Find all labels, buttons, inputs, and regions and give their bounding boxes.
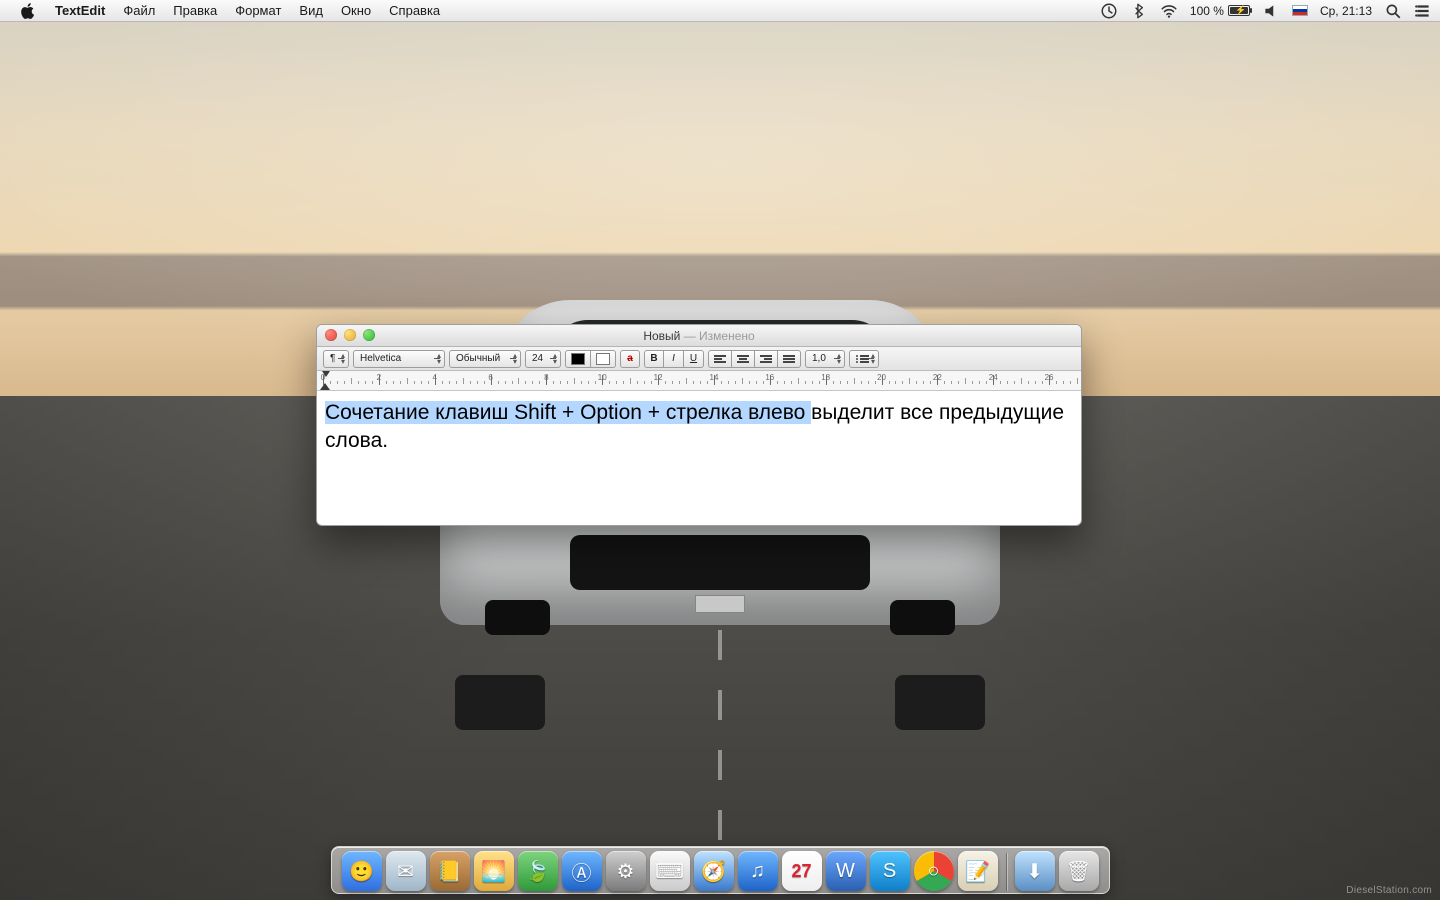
align-center-icon: [737, 354, 749, 364]
font-family-select[interactable]: Helvetica▴▾: [353, 350, 445, 368]
desktop: DieselStation.com TextEdit ФайлПравкаФор…: [0, 0, 1440, 900]
dock: 🙂✉📒🌅🍃Ⓐ⚙⌨🧭♫27WS○📝 ⬇🗑: [331, 846, 1110, 894]
wallpaper-watermark: DieselStation.com: [1346, 885, 1432, 896]
text-color-button[interactable]: [565, 350, 591, 368]
menu-окно[interactable]: Окно: [332, 0, 380, 22]
dock-app-skype[interactable]: S: [870, 851, 910, 891]
minimize-button[interactable]: [344, 329, 356, 341]
menu-вид[interactable]: Вид: [290, 0, 332, 22]
input-source-flag[interactable]: [1292, 5, 1308, 16]
align-center-button[interactable]: [732, 350, 755, 368]
align-justify-icon: [783, 354, 795, 364]
ruler-indent-marker[interactable]: [320, 383, 330, 390]
window-title: Новый: [643, 329, 680, 343]
menu-справка[interactable]: Справка: [380, 0, 449, 22]
menu-файл[interactable]: Файл: [114, 0, 164, 22]
font-size-select[interactable]: 24▴▾: [525, 350, 561, 368]
dock-app-finder[interactable]: 🙂: [342, 851, 382, 891]
background-color-button[interactable]: [591, 350, 616, 368]
window-controls: [325, 329, 375, 341]
dock-app-preferences[interactable]: ⚙: [606, 851, 646, 891]
dock-app-downloads[interactable]: ⬇: [1015, 851, 1055, 891]
selected-text: Сочетание клавиш Shift + Option + стрелк…: [325, 401, 811, 424]
dock-app-trash[interactable]: 🗑: [1059, 851, 1099, 891]
apple-icon: [19, 2, 37, 20]
battery-percent-label: 100 %: [1190, 4, 1224, 18]
menu-правка[interactable]: Правка: [164, 0, 226, 22]
timemachine-icon[interactable]: [1100, 2, 1118, 20]
dock-app-chrome[interactable]: ○: [914, 851, 954, 891]
dock-app-itunes[interactable]: ♫: [738, 851, 778, 891]
ruler-tab-marker[interactable]: [322, 371, 330, 377]
dock-app-word[interactable]: W: [826, 851, 866, 891]
font-style-select[interactable]: Обычный▴▾: [449, 350, 521, 368]
dock-app-contacts[interactable]: 📒: [430, 851, 470, 891]
menu-формат[interactable]: Формат: [226, 0, 290, 22]
format-toolbar: ¶▴▾ Helvetica▴▾ Обычный▴▾ 24▴▾ a B I U: [317, 347, 1081, 371]
dock-separator: [1006, 853, 1007, 891]
bg-color-swatch: [596, 353, 610, 365]
paragraph-style-select[interactable]: ¶▴▾: [323, 350, 349, 368]
list-style-select[interactable]: ▴▾: [849, 350, 879, 368]
charging-icon: ⚡: [1235, 5, 1246, 16]
spotlight-icon[interactable]: [1384, 2, 1402, 20]
bold-button[interactable]: B: [644, 350, 664, 368]
align-justify-button[interactable]: [778, 350, 801, 368]
dock-app-calendar[interactable]: 27: [782, 851, 822, 891]
window-subtitle: — Изменено: [680, 329, 754, 343]
align-right-icon: [760, 354, 772, 364]
dock-app-iphoto[interactable]: 🌅: [474, 851, 514, 891]
wifi-icon[interactable]: [1160, 2, 1178, 20]
textedit-window: Новый — Изменено ¶▴▾ Helvetica▴▾ Обычный…: [316, 324, 1082, 526]
dock-app-safari[interactable]: 🧭: [694, 851, 734, 891]
dock-app-terminal[interactable]: ⌨: [650, 851, 690, 891]
align-left-icon: [714, 354, 726, 364]
bluetooth-icon[interactable]: [1130, 2, 1148, 20]
document-area[interactable]: Сочетание клавиш Shift + Option + стрелк…: [317, 391, 1081, 525]
dock-app-leaf[interactable]: 🍃: [518, 851, 558, 891]
dock-container: 🙂✉📒🌅🍃Ⓐ⚙⌨🧭♫27WS○📝 ⬇🗑: [0, 846, 1440, 894]
align-right-button[interactable]: [755, 350, 778, 368]
zoom-button[interactable]: [363, 329, 375, 341]
dock-app-mail[interactable]: ✉: [386, 851, 426, 891]
line-spacing-select[interactable]: 1,0▴▾: [805, 350, 845, 368]
volume-icon[interactable]: [1262, 2, 1280, 20]
close-button[interactable]: [325, 329, 337, 341]
app-menu[interactable]: TextEdit: [46, 0, 114, 22]
window-titlebar[interactable]: Новый — Изменено: [317, 325, 1081, 347]
battery-status[interactable]: 100 % ⚡: [1190, 4, 1250, 18]
text-color-swatch: [571, 353, 585, 365]
list-icon: [856, 355, 869, 363]
ruler[interactable]: 02468101214161820222426: [317, 371, 1081, 391]
dock-app-textedit[interactable]: 📝: [958, 851, 998, 891]
notification-center-icon[interactable]: [1414, 2, 1432, 20]
clock[interactable]: Ср, 21:13: [1320, 4, 1372, 18]
underline-button[interactable]: U: [684, 350, 704, 368]
align-left-button[interactable]: [708, 350, 732, 368]
battery-icon: ⚡: [1228, 5, 1250, 16]
strikethrough-button[interactable]: a: [620, 350, 640, 368]
dock-app-appstore[interactable]: Ⓐ: [562, 851, 602, 891]
apple-menu[interactable]: [10, 0, 46, 22]
menubar: TextEdit ФайлПравкаФорматВидОкноСправка …: [0, 0, 1440, 22]
italic-button[interactable]: I: [664, 350, 684, 368]
